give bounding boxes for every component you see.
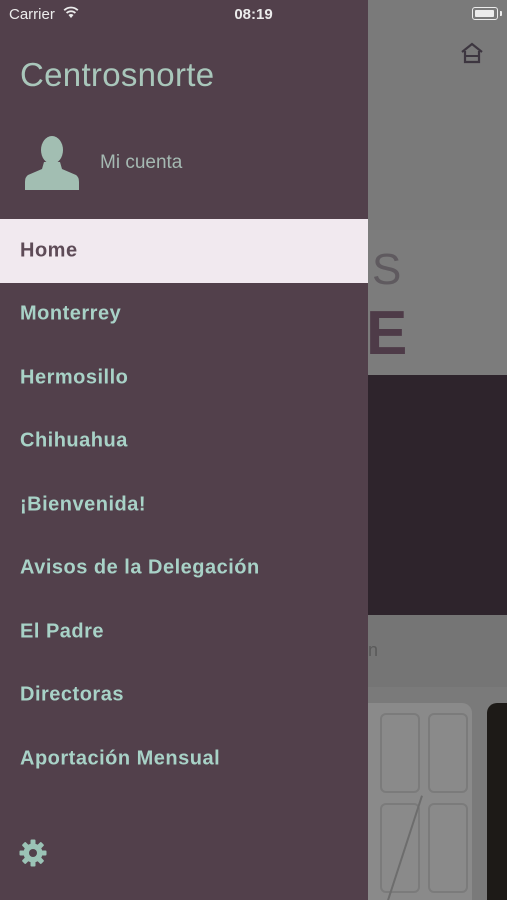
navigation-drawer: Centrosnorte Mi cuenta Home Monterrey He… — [0, 0, 368, 900]
menu-item-label: Aportación Mensual — [20, 747, 221, 770]
menu-item-hermosillo[interactable]: Hermosillo — [0, 346, 368, 410]
status-bar: Carrier 08:19 — [0, 0, 507, 28]
menu-item-directoras[interactable]: Directoras — [0, 664, 368, 728]
menu-item-avisos[interactable]: Avisos de la Delegación — [0, 537, 368, 601]
background-hero-text: S — [372, 245, 402, 294]
battery-icon — [472, 7, 498, 20]
menu-item-chihuahua[interactable]: Chihuahua — [0, 410, 368, 474]
menu-item-label: Avisos de la Delegación — [20, 556, 260, 579]
menu-item-aportacion[interactable]: Aportación Mensual — [0, 727, 368, 791]
gear-icon[interactable] — [18, 838, 48, 868]
menu-item-label: Directoras — [20, 683, 124, 706]
menu-item-label: ¡Bienvenida! — [20, 493, 147, 516]
menu-item-el-padre[interactable]: El Padre — [0, 600, 368, 664]
background-card-image — [368, 703, 472, 900]
background-strip — [368, 615, 507, 687]
menu-item-label: Chihuahua — [20, 429, 128, 452]
account-label: Mi cuenta — [100, 152, 183, 173]
app-title: Centrosnorte — [20, 56, 215, 93]
menu-item-label: El Padre — [20, 620, 105, 643]
background-hero-text-bold: E — [366, 299, 408, 368]
menu-item-label: Home — [20, 239, 78, 262]
menu-item-home[interactable]: Home — [0, 219, 368, 283]
menu-item-label: Monterrey — [20, 302, 122, 325]
person-icon — [25, 136, 79, 190]
background-card-dark — [487, 703, 507, 900]
menu-item-label: Hermosillo — [20, 366, 129, 389]
battery-tip — [500, 11, 502, 16]
account-button[interactable]: Mi cuenta — [24, 130, 364, 192]
home-icon[interactable] — [459, 40, 485, 66]
background-dark-panel — [368, 375, 507, 615]
clock: 08:19 — [234, 6, 273, 23]
drawer-menu: Home Monterrey Hermosillo Chihuahua ¡Bie… — [0, 219, 368, 791]
menu-item-monterrey[interactable]: Monterrey — [0, 283, 368, 347]
background-strip-text: n — [368, 640, 379, 660]
menu-item-bienvenida[interactable]: ¡Bienvenida! — [0, 473, 368, 537]
